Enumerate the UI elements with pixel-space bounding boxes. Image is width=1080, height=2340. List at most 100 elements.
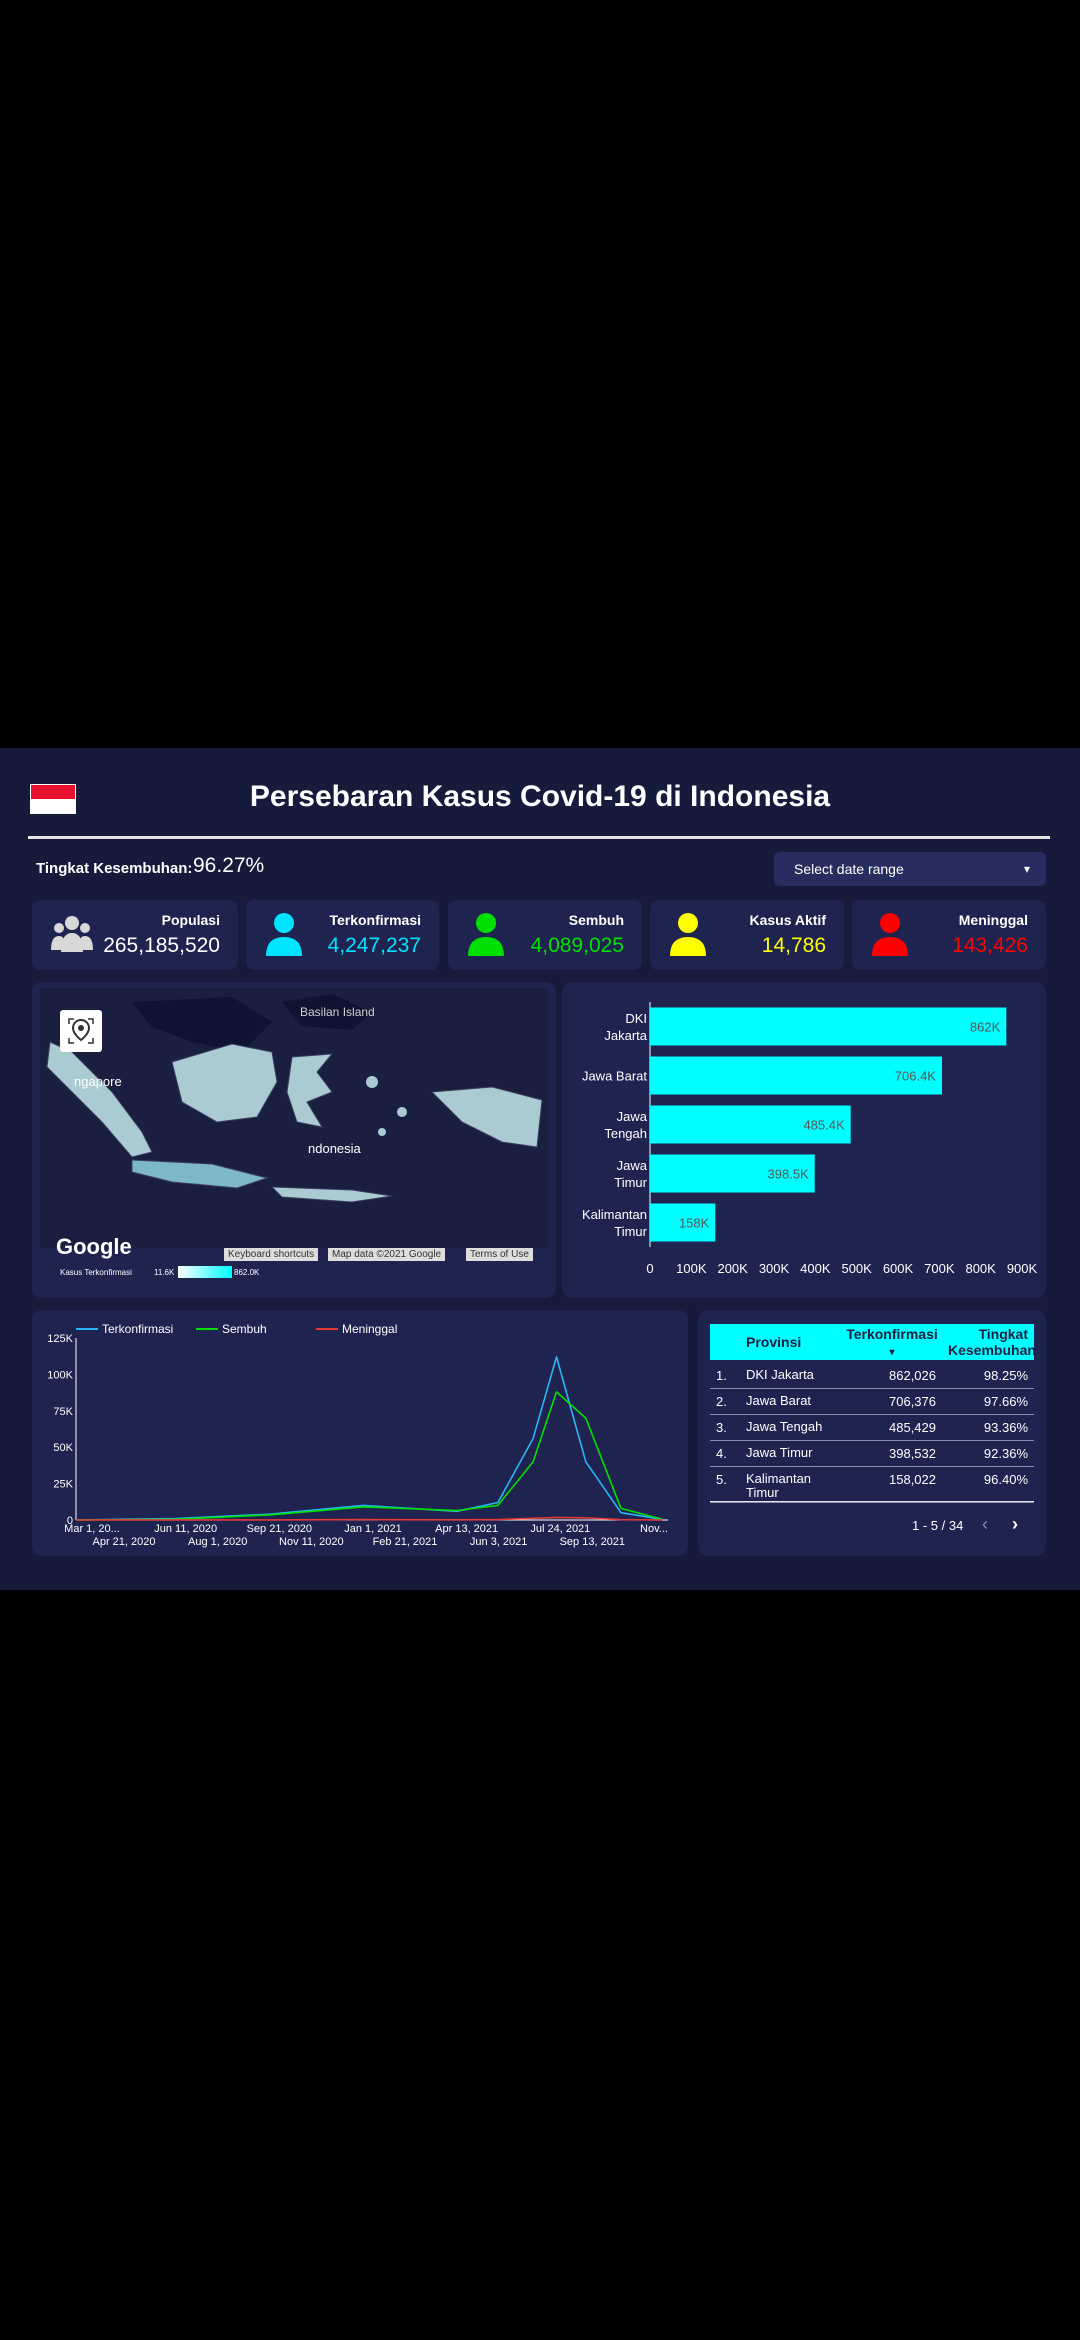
cell-idx: 4. (716, 1446, 727, 1461)
line-x-tick: Apr 21, 2020 (93, 1536, 156, 1548)
sort-desc-icon: ▾ (889, 1347, 895, 1358)
google-logo: Google (56, 1234, 132, 1259)
stat-label: Kasus Aktif (749, 912, 826, 928)
line-y-tick: 50K (53, 1442, 73, 1454)
legend-label[interactable]: Terkonfirmasi (102, 1322, 173, 1336)
person-icon (670, 913, 706, 956)
legend-label[interactable]: Sembuh (222, 1322, 267, 1336)
line-chart-card: Terkonfirmasi Sembuh Meninggal 125K 100K 75K 5… (32, 1310, 688, 1556)
pagination-label: 1 - 5 / 34 (912, 1518, 964, 1533)
stat-value: 4,089,025 (530, 934, 624, 957)
map-legend-label: Kasus Terkonfirmasi (60, 1268, 132, 1277)
bar-category-label: DKI (625, 1011, 647, 1026)
bar-x-tick: 700K (924, 1261, 955, 1276)
cell-rate: 93.36% (983, 1420, 1028, 1435)
date-range-selector[interactable]: Select date range ▾ (774, 852, 1046, 886)
bar-value-label: 398.5K (768, 1167, 810, 1182)
stat-value: 265,185,520 (103, 934, 220, 957)
line-x-tick: Aug 1, 2020 (188, 1536, 247, 1548)
series-line-1[interactable] (75, 1391, 663, 1521)
stat-card-recovered: Sembuh 4,089,025 (448, 900, 642, 970)
line-y-tick: 75K (53, 1406, 73, 1418)
stat-card-deaths: Meninggal 143,426 (852, 900, 1046, 970)
bar-value-label: 862K (970, 1020, 1001, 1035)
line-x-tick: Jan 1, 2021 (344, 1523, 402, 1535)
cell-rate: 92.36% (983, 1446, 1028, 1461)
bar-category-label: Timur (614, 1175, 647, 1190)
table-row[interactable]: 1. DKI Jakarta 862,026 98.25% (710, 1362, 1034, 1389)
people-group-icon (51, 916, 93, 952)
bar-0[interactable] (650, 1007, 1007, 1046)
table-header: Provinsi Terkonfirmasi ▾ Tingkat Kesembu… (710, 1324, 1036, 1360)
table-bottom-rule (710, 1501, 1034, 1502)
map-locate-button[interactable] (60, 1010, 102, 1052)
dropdown-arrow-icon: ▾ (1023, 862, 1030, 876)
cell-name: Jawa Timur (746, 1445, 813, 1460)
line-y-tick: 100K (47, 1369, 73, 1381)
recovery-rate-label: Tingkat Kesembuhan: (36, 860, 193, 877)
keyboard-shortcuts-link[interactable]: Keyboard shortcuts (224, 1248, 319, 1261)
table-row[interactable]: 5. Kalimantan Timur 158,022 96.40% (710, 1466, 1034, 1503)
stat-label: Populasi (161, 912, 220, 928)
bar-x-tick: 800K (965, 1261, 996, 1276)
cell-rate: 96.40% (983, 1472, 1028, 1487)
cell-idx: 3. (716, 1420, 727, 1435)
next-page-button[interactable]: › (1012, 1514, 1018, 1535)
map-legend-max: 862.0K (234, 1268, 260, 1277)
bar-x-tick: 200K (717, 1261, 748, 1276)
bar-chart-card: 862K DKI Jakarta 706.4K Jawa Barat 485.4K Jawa… (562, 982, 1046, 1298)
bar-value-label: 485.4K (803, 1118, 845, 1133)
bar-category-label: Jawa Barat (582, 1069, 647, 1084)
cell-conf: 398,532 (889, 1446, 936, 1461)
cell-name: Jawa Barat (746, 1393, 812, 1408)
line-y-tick: 125K (47, 1333, 73, 1345)
prev-page-button[interactable]: ‹ (982, 1514, 988, 1535)
title-divider (28, 836, 1050, 839)
location-pin-icon (68, 1018, 94, 1044)
cell-idx: 2. (716, 1394, 727, 1409)
table-row[interactable]: 3. Jawa Tengah 485,429 93.36% (710, 1414, 1034, 1441)
header-terkonfirmasi-label: Terkonfirmasi (846, 1326, 938, 1342)
map-label-island: Basilan Island (300, 1005, 375, 1019)
line-x-tick: Jun 11, 2020 (154, 1523, 217, 1535)
bar-category-label: Jawa (617, 1109, 648, 1124)
bar-category-label: Jawa (617, 1158, 648, 1173)
line-x-tick: Nov 11, 2020 (279, 1536, 344, 1548)
series-line-0[interactable] (75, 1356, 663, 1521)
map-legend-min: 11.6K (154, 1268, 175, 1277)
map-label-country: ngapore (74, 1074, 122, 1089)
province-bar-chart: 862K DKI Jakarta 706.4K Jawa Barat 485.4K Jawa… (582, 1002, 1038, 1276)
legend-label[interactable]: Meninggal (342, 1322, 397, 1336)
table-row[interactable]: 2. Jawa Barat 706,376 97.66% (710, 1388, 1034, 1415)
line-x-tick: Apr 13, 2021 (435, 1523, 498, 1535)
bar-x-tick: 500K (841, 1261, 872, 1276)
cell-conf: 158,022 (889, 1472, 936, 1487)
header-provinsi[interactable]: Provinsi (746, 1334, 801, 1350)
province-table-card: Provinsi Terkonfirmasi ▾ Tingkat Kesembu… (698, 1310, 1046, 1556)
bar-category-label: Jakarta (604, 1028, 647, 1043)
bar-category-label: Tengah (604, 1126, 647, 1141)
stat-value: 14,786 (761, 934, 826, 957)
cell-name: Jawa Tengah (746, 1419, 823, 1434)
header-terkonfirmasi[interactable]: Terkonfirmasi ▾ (842, 1326, 942, 1358)
line-x-tick: Jul 24, 2021 (530, 1523, 590, 1535)
bar-category-label: Timur (614, 1224, 647, 1239)
bar-value-label: 706.4K (895, 1069, 937, 1084)
cell-idx: 5. (716, 1472, 727, 1487)
recovery-rate-value: 96.27% (193, 854, 265, 877)
bar-x-tick: 600K (883, 1261, 914, 1276)
stat-label: Meninggal (958, 912, 1028, 928)
stat-card-active: Kasus Aktif 14,786 (650, 900, 844, 970)
cell-conf: 485,429 (889, 1420, 936, 1435)
person-icon (872, 913, 908, 956)
stat-label: Sembuh (568, 912, 624, 928)
cell-rate: 98.25% (983, 1368, 1028, 1383)
bar-x-tick: 100K (676, 1261, 707, 1276)
cell-conf: 706,376 (889, 1394, 936, 1409)
cell-name: DKI Jakarta (746, 1367, 814, 1382)
map-data-link[interactable]: Map data ©2021 Google (328, 1248, 446, 1261)
terms-of-use-link[interactable]: Terms of Use (466, 1248, 533, 1261)
table-row[interactable]: 4. Jawa Timur 398,532 92.36% (710, 1440, 1034, 1467)
stat-value: 4,247,237 (327, 934, 421, 957)
header-tingkat-kesembuhan[interactable]: Tingkat Kesembuhan (948, 1326, 1036, 1358)
